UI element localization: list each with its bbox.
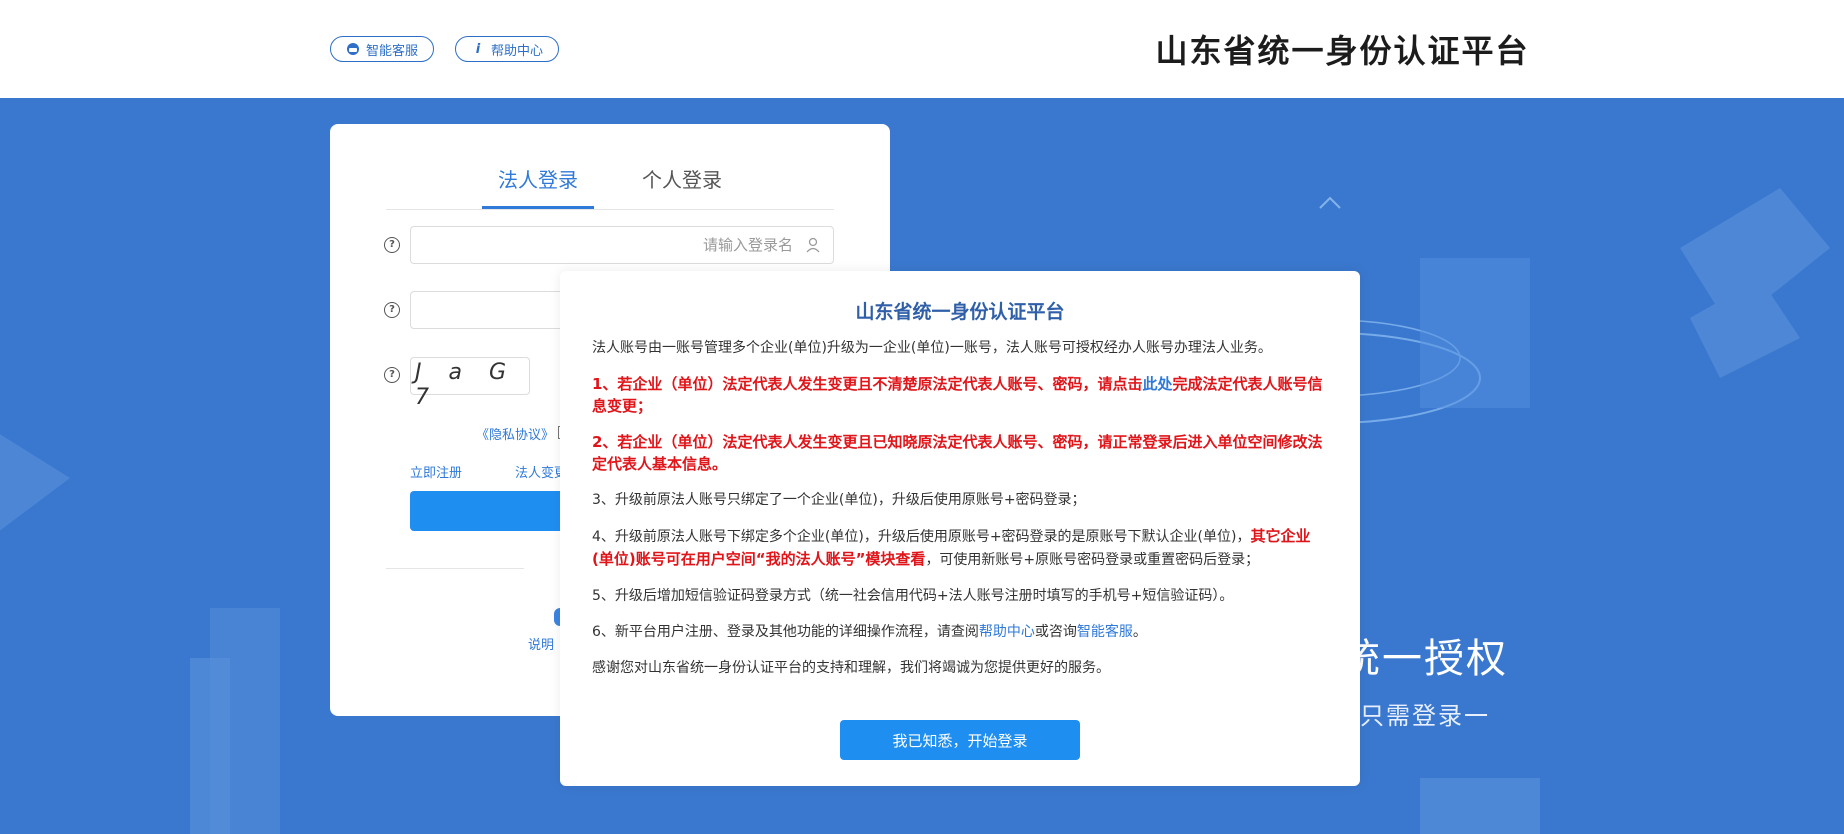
acknowledge-start-login-button[interactable]: 我已知悉，开始登录	[840, 720, 1080, 760]
help-question-icon[interactable]: ?	[384, 302, 400, 318]
help-center-label: 帮助中心	[490, 43, 543, 59]
username-field	[410, 226, 834, 264]
click-here-link[interactable]: 此处	[1142, 375, 1172, 393]
notice-item-1: 1、若企业（单位）法定代表人发生变更且不清楚原法定代表人账号、密码，请点击此处完…	[592, 373, 1332, 417]
notice-thanks: 感谢您对山东省统一身份认证平台的支持和理解，我们将竭诚为您提供更好的服务。	[592, 660, 1110, 676]
smart-service-label: 智能客服	[365, 43, 418, 59]
notice-item-5: 5、升级后增加短信验证码登录方式（统一社会信用代码+法人账号注册时填写的手机号+…	[592, 588, 1234, 604]
help-center-link[interactable]: 帮助中心	[979, 624, 1035, 640]
notice-item-4-text: 4、升级前原法人账号下绑定多个企业(单位)，升级后使用原账号+密码登录的是原账号…	[592, 529, 1251, 545]
username-input[interactable]	[411, 227, 833, 263]
hero-slogan-sub: 只需登录一	[1360, 702, 1490, 730]
site-title: 山东省统一身份认证平台	[1155, 32, 1530, 70]
notice-item-1-prefix: 1、若企业（单位）法定代表人发生变更且不清楚原法定代表人账号、密码，请点击	[592, 375, 1143, 393]
dialog-title: 山东省统一身份认证平台	[855, 301, 1065, 323]
notice-dialog: 山东省统一身份认证平台 法人账号由一账号管理多个企业(单位)升级为一企业(单位)…	[560, 271, 1360, 786]
tab-personal-login[interactable]: 个人登录	[642, 164, 722, 193]
user-icon	[806, 237, 820, 253]
info-icon: i	[475, 41, 481, 57]
bottom-link[interactable]: 说明	[528, 634, 554, 653]
active-tab-indicator	[482, 206, 594, 209]
notice-item-4-tail: ，可使用新账号+原账号密码登录或重置密码后登录；	[925, 552, 1260, 568]
privacy-agreement-link[interactable]: 《隐私协议》	[476, 424, 554, 443]
top-header: 山东省统一身份认证平台 i 帮助中心 智能客服	[0, 0, 1844, 98]
notice-item-6-prefix: 6、新平台用户注册、登录及其他功能的详细操作流程，请查阅	[592, 624, 979, 640]
register-link[interactable]: 立即注册	[410, 462, 462, 481]
dialog-body: 法人账号由一账号管理多个企业(单位)升级为一企业(单位)一账号，法人账号可授权经…	[592, 337, 1332, 693]
notice-item-3: 3、升级前原法人账号只绑定了一个企业(单位)，升级后使用原账号+密码登录；	[592, 492, 1086, 508]
help-center-button[interactable]: i 帮助中心	[455, 36, 559, 62]
help-question-icon[interactable]: ?	[384, 237, 400, 253]
tab-corporate-login[interactable]: 法人登录	[498, 164, 578, 193]
help-question-icon[interactable]: ?	[384, 367, 400, 383]
notice-item-6-suffix: 。	[1132, 624, 1147, 640]
divider	[386, 568, 524, 569]
smart-service-link[interactable]: 智能客服	[1077, 624, 1133, 640]
notice-item-6: 6、新平台用户注册、登录及其他功能的详细操作流程，请查阅帮助中心或咨询智能客服。	[592, 621, 1332, 643]
notice-item-4: 4、升级前原法人账号下绑定多个企业(单位)，升级后使用原账号+密码登录的是原账号…	[592, 525, 1332, 571]
hero-slogan-main: 统一授权	[1340, 636, 1508, 682]
captcha-image[interactable]: J a G 7	[415, 360, 535, 410]
notice-item-2: 2、若企业（单位）法定代表人发生变更且已知晓原法定代表人账号、密码，请正常登录后…	[592, 433, 1323, 473]
service-icon	[346, 42, 360, 56]
tab-divider	[386, 209, 834, 210]
notice-item-6-mid: 或咨询	[1034, 624, 1077, 640]
notice-intro: 法人账号由一账号管理多个企业(单位)升级为一企业(单位)一账号，法人账号可授权经…	[592, 340, 1272, 356]
smart-service-button[interactable]: 智能客服	[330, 36, 434, 62]
